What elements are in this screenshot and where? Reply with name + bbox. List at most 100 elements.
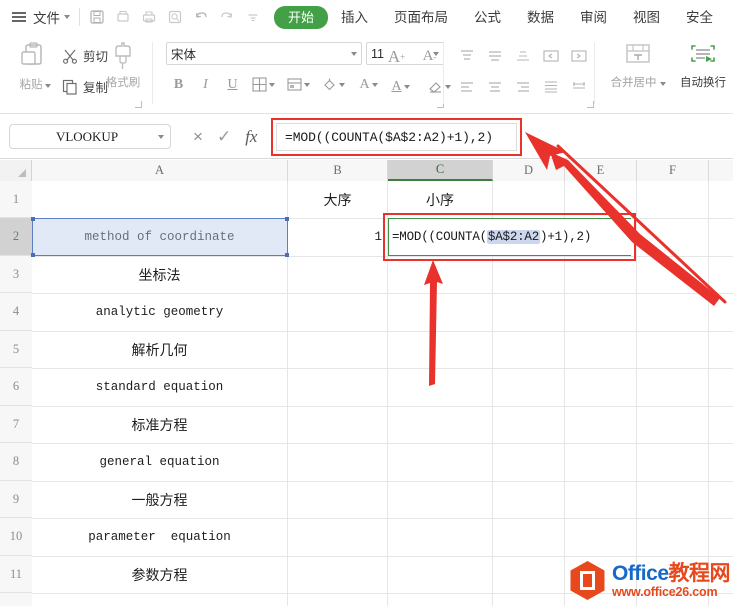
undo-icon[interactable] <box>193 9 209 25</box>
cell-style-button[interactable] <box>282 72 315 97</box>
align-left-button[interactable] <box>456 77 478 97</box>
formula-input[interactable]: =MOD((COUNTA($A$2:A2)+1),2) <box>276 123 517 151</box>
row-header-9[interactable]: 9 <box>0 481 32 518</box>
cell-a6[interactable]: standard equation <box>32 368 287 406</box>
watermark-url: www.office26.com <box>611 584 718 599</box>
font-color-button[interactable]: A <box>352 72 385 97</box>
align-right-button[interactable] <box>512 77 534 97</box>
column-header-d[interactable]: D <box>493 160 565 181</box>
row-header-11[interactable]: 11 <box>0 556 32 593</box>
tab-security[interactable]: 安全 <box>673 6 726 29</box>
chevron-down-icon <box>64 15 70 19</box>
alignment-dialog-launcher[interactable] <box>587 101 594 108</box>
cell-a10[interactable]: parameter equation <box>32 518 287 556</box>
row-header-2[interactable]: 2 <box>0 218 32 256</box>
cell-b1[interactable]: 大序 <box>288 181 387 218</box>
row-header-1[interactable]: 1 <box>0 181 32 218</box>
grow-font-button[interactable]: A + <box>384 44 409 69</box>
tab-view[interactable]: 视图 <box>620 6 673 29</box>
gridline <box>708 181 709 606</box>
select-all-button[interactable] <box>0 160 32 181</box>
wrap-text-button[interactable]: 自动换行 <box>672 41 733 90</box>
save-icon[interactable] <box>89 9 105 25</box>
align-top-button[interactable] <box>456 46 478 66</box>
column-header-e[interactable]: E <box>565 160 637 181</box>
tab-insert[interactable]: 插入 <box>328 6 381 29</box>
italic-button[interactable]: I <box>193 72 218 97</box>
hamburger-icon[interactable] <box>12 12 26 22</box>
tab-page-layout[interactable]: 页面布局 <box>381 6 461 29</box>
redo-icon[interactable] <box>219 9 235 25</box>
wrap-text-label: 自动换行 <box>680 77 726 89</box>
cancel-icon[interactable]: × <box>193 128 203 145</box>
column-header-c[interactable]: C <box>388 160 493 181</box>
ribbon-body: 粘贴 剪切 复制 格式刷 宋体 11 B I U A A + A - A 合并居… <box>0 34 733 114</box>
align-center-button[interactable] <box>484 77 506 97</box>
paste-button[interactable]: 粘贴 <box>12 42 58 92</box>
print-preview-icon[interactable] <box>115 9 131 25</box>
formula-input-highlight-box: =MOD((COUNTA($A$2:A2)+1),2) <box>271 118 522 156</box>
office-hexagon-icon <box>569 560 606 601</box>
name-box[interactable]: VLOOKUP <box>9 124 171 149</box>
editing-cell-c2[interactable]: =MOD((COUNTA($A$2:A2)+1),2) <box>388 218 631 256</box>
row-header-7[interactable]: 7 <box>0 406 32 443</box>
confirm-icon[interactable]: ✓ <box>217 128 231 145</box>
clipboard-dialog-launcher[interactable] <box>135 101 142 108</box>
row-header-8[interactable]: 8 <box>0 443 32 481</box>
watermark-brand-cn: 教程网 <box>668 561 731 585</box>
divider <box>152 42 153 104</box>
customize-qat-icon[interactable] <box>245 9 261 25</box>
row-header-3[interactable]: 3 <box>0 256 32 293</box>
cell-a7[interactable]: 标准方程 <box>32 406 287 443</box>
print-icon[interactable] <box>141 9 157 25</box>
insert-function-icon[interactable]: fx <box>245 127 257 147</box>
chevron-down-icon <box>304 82 310 87</box>
chevron-down-icon <box>371 82 378 87</box>
cell-a5[interactable]: 解析几何 <box>32 331 287 368</box>
row-header-5[interactable]: 5 <box>0 331 32 368</box>
row-header-12[interactable] <box>0 593 32 606</box>
cell-a2[interactable]: method of coordinate <box>32 218 287 256</box>
column-header-g[interactable] <box>709 160 733 181</box>
cell-b2[interactable]: 1 <box>288 218 387 256</box>
tab-review[interactable]: 审阅 <box>567 6 620 29</box>
cell-a4[interactable]: analytic geometry <box>32 293 287 331</box>
increase-indent-button[interactable] <box>568 46 590 66</box>
font-group: 宋体 11 B I U A <box>158 34 444 113</box>
cell-a8[interactable]: general equation <box>32 443 287 481</box>
formula-range-reference: $A$2:A2 <box>486 230 541 244</box>
watermark-brand-en: Office <box>611 561 669 585</box>
clipboard-group: 粘贴 剪切 复制 格式刷 <box>4 34 150 113</box>
chevron-down-icon <box>269 82 275 87</box>
fill-color-button[interactable] <box>317 72 350 97</box>
bold-button[interactable]: B <box>166 72 191 97</box>
cell-a11[interactable]: 参数方程 <box>32 556 287 593</box>
border-button[interactable] <box>247 72 280 97</box>
distribute-button[interactable] <box>568 77 590 97</box>
merge-center-button[interactable]: 合并居中 <box>600 41 676 90</box>
decrease-indent-button[interactable] <box>540 46 562 66</box>
tab-formulas[interactable]: 公式 <box>461 6 514 29</box>
shrink-font-button[interactable]: A- <box>417 44 442 69</box>
underline-button[interactable]: U <box>220 72 245 97</box>
file-menu-button[interactable]: 文件 <box>33 7 70 27</box>
column-header-a[interactable]: A <box>32 160 288 181</box>
wps-spreadsheet-window: 文件 开始 插入 页面布局 公式 数据 审阅 视图 安全 粘贴 剪切 复制 格式… <box>0 0 733 606</box>
row-header-6[interactable]: 6 <box>0 368 32 406</box>
cell-a3[interactable]: 坐标法 <box>32 256 287 293</box>
column-header-f[interactable]: F <box>637 160 709 181</box>
format-painter-button[interactable]: 格式刷 <box>100 42 146 90</box>
cell-a9[interactable]: 一般方程 <box>32 481 287 518</box>
row-header-4[interactable]: 4 <box>0 293 32 331</box>
print-area-icon[interactable] <box>167 9 183 25</box>
justify-button[interactable] <box>540 77 562 97</box>
column-header-b[interactable]: B <box>288 160 388 181</box>
underline-style-button[interactable]: A <box>384 74 417 99</box>
tab-data[interactable]: 数据 <box>514 6 567 29</box>
tab-home[interactable]: 开始 <box>274 5 329 29</box>
row-header-10[interactable]: 10 <box>0 518 32 556</box>
align-bottom-button[interactable] <box>512 46 534 66</box>
formula-suffix: )+1),2) <box>540 230 592 244</box>
font-name-combo[interactable]: 宋体 <box>166 42 362 65</box>
align-middle-button[interactable] <box>484 46 506 66</box>
